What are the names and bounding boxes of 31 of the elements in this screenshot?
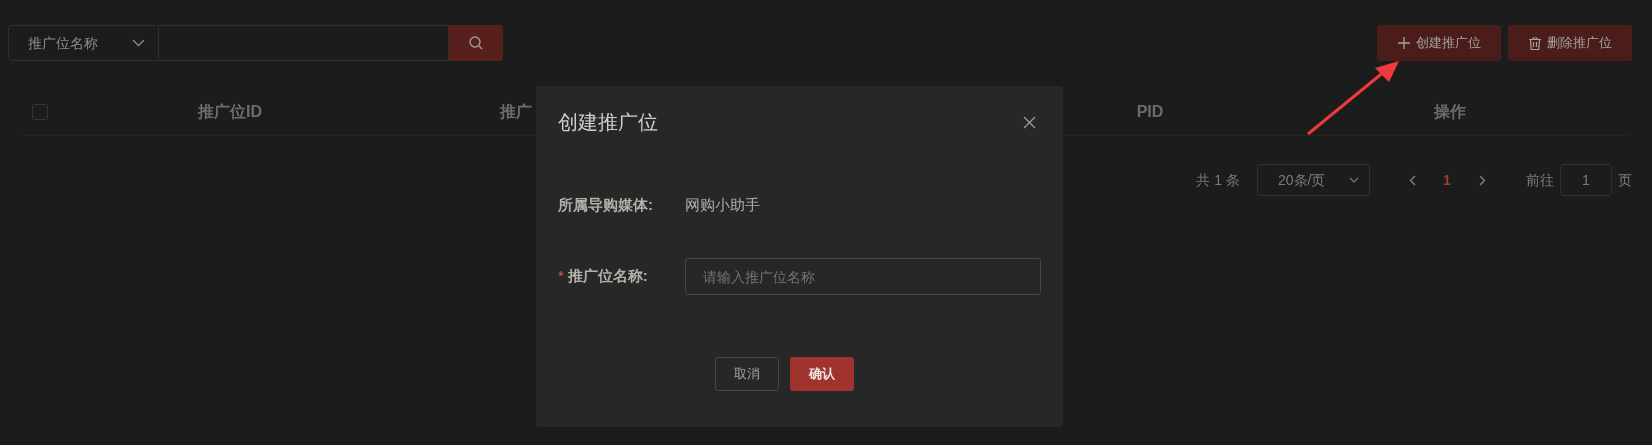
page-size-select[interactable]: 20条/页 (1257, 164, 1370, 196)
goto-label: 前往 (1526, 170, 1554, 190)
search-field[interactable] (159, 25, 449, 61)
chevron-down-icon (132, 39, 145, 47)
name-input-field[interactable]: 请输入推广位名称 (685, 258, 1041, 295)
confirm-button[interactable]: 确认 (790, 357, 854, 391)
column-header: 操作 (1434, 102, 1466, 120)
field-label: 推广位名称: (567, 266, 648, 287)
goto-suffix: 页 (1618, 170, 1632, 190)
goto-page-field[interactable]: 1 (1560, 164, 1612, 196)
dialog-title: 创建推广位 (558, 110, 658, 135)
search-icon (469, 36, 483, 50)
cancel-button[interactable]: 取消 (715, 357, 779, 391)
search-button[interactable] (449, 25, 503, 61)
delete-button[interactable]: 删除推广位 (1508, 25, 1632, 61)
column-header: 推广 (500, 102, 532, 120)
column-header: 推广位ID (198, 102, 262, 120)
field-select[interactable]: 推广位名称 (8, 25, 159, 61)
column-header: PID (1136, 102, 1164, 120)
field-label: 所属导购媒体: (558, 195, 653, 216)
field-value: 网购小助手 (685, 195, 760, 216)
chevron-left-icon (1408, 174, 1416, 186)
close-icon (1022, 115, 1036, 129)
trash-icon (1528, 36, 1541, 50)
required-mark: * (558, 266, 564, 287)
chevron-right-icon (1478, 174, 1486, 186)
total-count: 共 1 条 (1196, 170, 1240, 190)
chevron-down-icon (1349, 177, 1359, 183)
create-button[interactable]: 创建推广位 (1377, 25, 1501, 61)
select-all-checkbox[interactable] (32, 103, 48, 120)
plus-icon (1397, 37, 1410, 49)
